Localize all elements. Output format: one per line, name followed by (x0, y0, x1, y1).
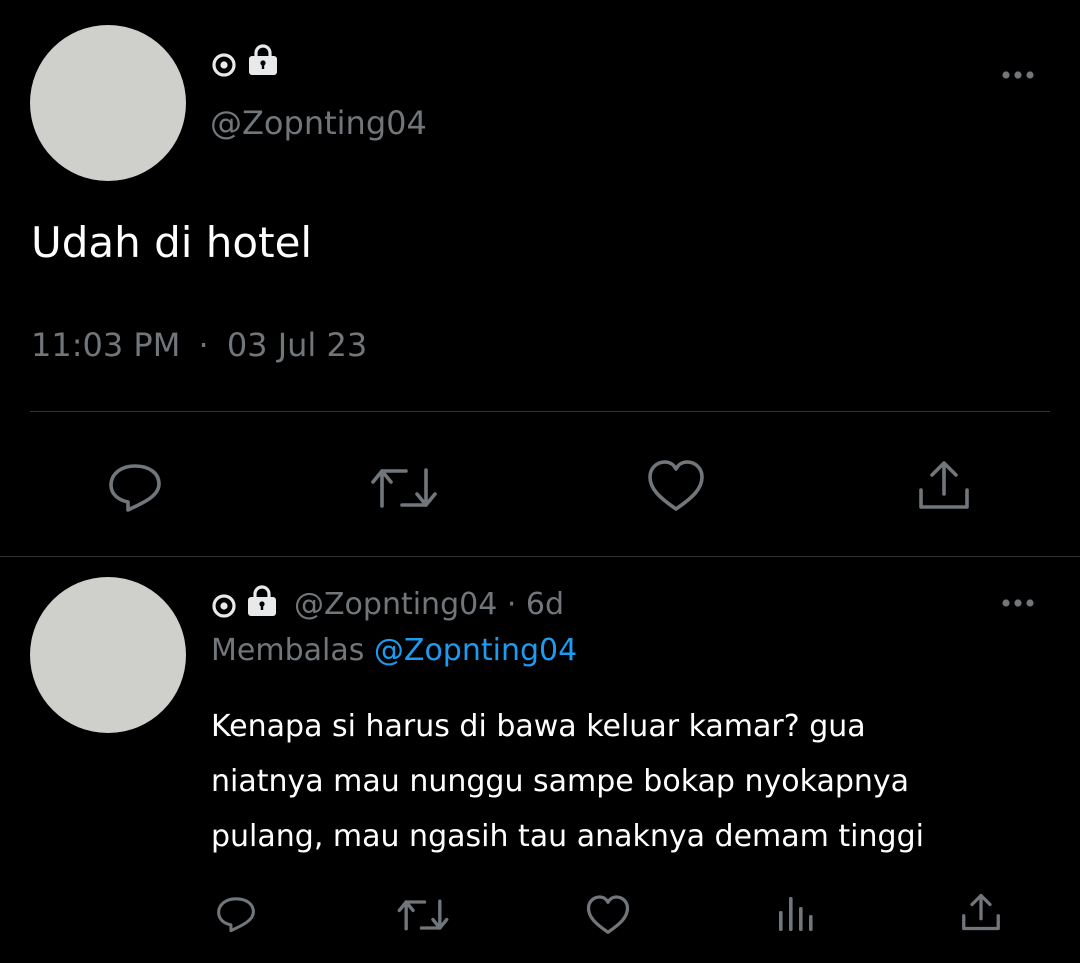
share-icon[interactable] (916, 458, 972, 512)
reply-icon[interactable] (214, 893, 258, 935)
reply-header: @Zopnting04 · 6d (294, 586, 564, 624)
reply-icon[interactable] (106, 458, 164, 516)
replying-to-label: Membalas (211, 633, 365, 668)
replying-to: Membalas @Zopnting04 (211, 632, 577, 670)
like-icon[interactable] (646, 458, 706, 514)
retweet-icon[interactable] (397, 895, 449, 935)
divider (30, 411, 1050, 412)
reply-age[interactable]: · 6d (507, 587, 564, 622)
lock-icon (246, 42, 280, 76)
reply-text-line: niatnya mau nunggu sampe bokap nyokapnya (211, 764, 910, 799)
tweet-time: 11:03 PM (31, 326, 181, 364)
circle-dot-icon (211, 593, 237, 619)
more-options-icon[interactable] (998, 593, 1038, 613)
avatar[interactable] (30, 25, 186, 181)
retweet-icon[interactable] (370, 462, 438, 514)
timestamp-separator: · (198, 326, 209, 364)
like-icon[interactable] (585, 894, 631, 936)
more-options-icon[interactable] (998, 65, 1038, 85)
replying-to-handle[interactable]: @Zopnting04 (374, 633, 577, 668)
share-icon[interactable] (960, 891, 1002, 933)
reply-text: Kenapa si harus di bawa keluar kamar? gu… (211, 699, 924, 864)
reply-handle[interactable]: @Zopnting04 (294, 587, 497, 622)
views-icon[interactable] (777, 893, 815, 935)
reply-text-line: pulang, mau ngasih tau anaknya demam tin… (211, 819, 924, 854)
reply-avatar[interactable] (30, 577, 186, 733)
tweet-text: Udah di hotel (31, 218, 313, 267)
tweet-date: 03 Jul 23 (226, 326, 368, 364)
circle-dot-icon (211, 52, 237, 78)
user-handle[interactable]: @Zopnting04 (210, 103, 427, 143)
reply-text-line: Kenapa si harus di bawa keluar kamar? gu… (211, 709, 866, 744)
lock-icon (245, 583, 279, 617)
tweet-timestamp[interactable]: 11:03 PM · 03 Jul 23 (31, 325, 367, 365)
divider (0, 556, 1080, 557)
